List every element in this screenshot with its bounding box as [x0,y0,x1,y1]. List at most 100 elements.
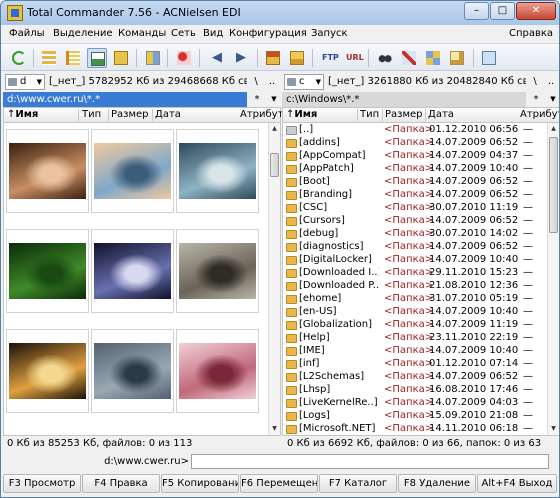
drive-select[interactable]: c ▼ [284,74,324,90]
column-attributes[interactable]: Атрибут [240,109,283,120]
column-date[interactable]: Дата [155,109,181,120]
column-date[interactable]: Дата [428,109,454,120]
column-name[interactable]: ↑Имя [286,109,317,120]
f8-delete-button[interactable]: F8 Удаление [398,474,476,493]
menu-files[interactable]: Файлы [9,28,45,39]
menu-network[interactable]: Сеть [171,28,196,39]
vertical-scrollbar[interactable]: ▲ ▼ [268,123,280,435]
sync-dirs-button[interactable] [423,48,443,68]
url-button[interactable]: URL [343,48,364,68]
notepad-icon [482,51,496,65]
f5-copy-button[interactable]: F5 Копирование [161,474,239,493]
close-button[interactable]: ✕ [516,2,556,20]
folder-icon [286,269,297,278]
multi-rename-button[interactable] [399,48,419,68]
scroll-down-icon[interactable]: ▼ [548,423,559,435]
file-row[interactable]: [Downloaded P..] <Папка> 21.08.2010 12:36 — [283,280,547,293]
file-row[interactable]: [diagnostics] <Папка> 14.07.2009 06:52 — [283,241,547,254]
f7-mkdir-button[interactable]: F7 Каталог [319,474,397,493]
history-dropdown[interactable]: ▼ [267,92,281,107]
column-size[interactable]: Размер [385,109,423,120]
parent-dir-button[interactable]: .. [265,74,279,90]
vertical-scrollbar[interactable]: ▲ ▼ [547,123,559,435]
file-row[interactable]: [Boot] <Папка> 14.07.2009 06:52 — [283,176,547,189]
file-attributes: — [523,280,533,291]
file-row[interactable]: [..] <Папка> 01.12.2010 06:56 — [283,124,547,137]
menu-help[interactable]: Справка [509,28,553,39]
f4-edit-button[interactable]: F4 Правка [82,474,160,493]
column-type[interactable]: Тип [82,109,101,120]
drive-select[interactable]: d ▼ [5,74,45,90]
root-button[interactable]: \ [528,74,542,90]
file-row[interactable]: [Downloaded I..] <Папка> 29.11.2010 15:23 — [283,267,547,280]
pack-button[interactable] [263,48,283,68]
search-icon [378,51,392,65]
file-row[interactable]: [AppPatch] <Папка> 14.07.2009 10:40 — [283,163,547,176]
current-path[interactable]: c:\Windows\*.* [282,92,526,107]
scroll-up-icon[interactable]: ▲ [548,123,559,135]
file-row[interactable]: [Globalization] <Папка> 14.07.2009 11:19 — [283,319,547,332]
copy-names-button[interactable] [447,48,467,68]
alt-f4-exit-button[interactable]: Alt+F4 Выход [477,474,557,493]
title-bar[interactable]: Total Commander 7.56 - ACNielsen EDI – □… [1,1,559,25]
file-row[interactable]: [IME] <Папка> 14.07.2009 10:40 — [283,345,547,358]
full-view-button[interactable] [63,48,83,68]
file-row[interactable]: [Branding] <Папка> 14.07.2009 06:52 — [283,189,547,202]
file-row[interactable]: [Microsoft.NET] <Папка> 14.11.2010 06:18 — [283,423,547,435]
parent-dir-button[interactable]: .. [544,74,558,90]
file-row[interactable]: [ehome] <Папка> 31.07.2010 05:19 — [283,293,547,306]
filter-button[interactable]: * [528,92,544,107]
select-group-button[interactable] [174,48,194,68]
file-row[interactable]: [Cursors] <Папка> 14.07.2009 06:52 — [283,215,547,228]
current-path[interactable]: d:\www.cwer.ru\*.* [3,92,247,107]
minimize-button[interactable]: – [464,2,489,20]
file-row[interactable]: [CSC] <Папка> 30.07.2010 11:19 — [283,202,547,215]
file-attributes: — [523,189,533,200]
scroll-thumb[interactable] [270,153,279,177]
menu-start[interactable]: Запуск [311,28,348,39]
file-row[interactable]: [AppCompat] <Папка> 14.07.2009 04:37 — [283,150,547,163]
menu-view[interactable]: Вид [203,28,223,39]
f6-move-button[interactable]: F6 Перемещение [240,474,318,493]
command-input[interactable] [191,454,549,469]
file-row[interactable]: [Logs] <Папка> 15.09.2010 21:08 — [283,410,547,423]
menu-commands[interactable]: Команды [118,28,166,39]
scroll-down-icon[interactable]: ▼ [269,423,280,435]
scroll-up-icon[interactable]: ▲ [269,123,280,135]
brief-view-button[interactable] [39,48,59,68]
column-size[interactable]: Размер [111,109,149,120]
root-button[interactable]: \ [249,74,263,90]
menu-configuration[interactable]: Конфигурация [229,28,307,39]
scroll-thumb[interactable] [549,137,558,233]
file-row[interactable]: [inf] <Папка> 01.12.2010 07:14 — [283,358,547,371]
window-title: Total Commander 7.56 - ACNielsen EDI [27,6,241,19]
file-row[interactable]: [Lhsp] <Папка> 16.08.2010 17:46 — [283,384,547,397]
forward-button[interactable]: ▶ [231,48,251,68]
file-row[interactable]: [Help] <Папка> 23.11.2010 22:19 — [283,332,547,345]
file-row[interactable]: [L2Schemas] <Папка> 14.07.2009 06:52 — [283,371,547,384]
file-row[interactable]: [addins] <Папка> 14.07.2009 06:52 — [283,137,547,150]
refresh-button[interactable] [9,48,29,68]
column-name[interactable]: ↑Имя [7,109,38,120]
file-date: 14.07.2009 11:19 [429,319,519,330]
column-attributes[interactable]: Атрибут [520,109,559,120]
file-attributes: — [523,345,533,356]
file-row[interactable]: [en-US] <Папка> 14.07.2009 10:40 — [283,306,547,319]
tree-view-button[interactable] [111,48,131,68]
menu-selection[interactable]: Выделение [53,28,113,39]
file-row[interactable]: [debug] <Папка> 30.07.2010 14:02 — [283,228,547,241]
thumbnail-view-button[interactable] [87,48,107,68]
back-button[interactable]: ◀ [207,48,227,68]
f3-view-button[interactable]: F3 Просмотр [3,474,81,493]
file-row[interactable]: [DigitalLocker] <Папка> 14.07.2009 10:40 — [283,254,547,267]
unpack-button[interactable] [287,48,307,68]
file-row[interactable]: [LiveKernelRe..] <Папка> 14.07.2009 04:03 — [283,397,547,410]
ftp-button[interactable]: FTP [319,48,339,68]
history-dropdown[interactable]: ▼ [546,92,559,107]
search-button[interactable] [375,48,395,68]
filter-button[interactable]: * [249,92,265,107]
maximize-button[interactable]: □ [490,2,515,20]
notepad-button[interactable] [479,48,499,68]
column-type[interactable]: Тип [360,109,379,120]
compare-dirs-button[interactable] [143,48,163,68]
